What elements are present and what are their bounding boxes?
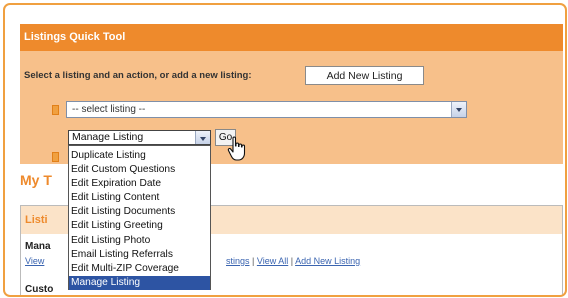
- menu-item-edit-multi-zip-coverage[interactable]: Edit Multi-ZIP Coverage: [69, 262, 210, 276]
- menu-item-edit-listing-greeting[interactable]: Edit Listing Greeting: [69, 219, 210, 233]
- section-title: My T: [20, 172, 52, 188]
- panel-links: stings | View All | Add New Listing: [226, 256, 360, 266]
- quick-tool-title: Listings Quick Tool: [20, 24, 563, 51]
- menu-item-edit-listing-content[interactable]: Edit Listing Content: [69, 191, 210, 205]
- action-select[interactable]: Manage Listing: [68, 130, 211, 145]
- action-select-value: Manage Listing: [72, 131, 144, 143]
- listing-select-value: -- select listing --: [72, 104, 146, 115]
- add-new-listing-button[interactable]: Add New Listing: [305, 66, 424, 85]
- menu-item-edit-listing-documents[interactable]: Edit Listing Documents: [69, 205, 210, 219]
- menu-item-manage-listing[interactable]: Manage Listing: [69, 275, 210, 290]
- bullet-icon: [52, 105, 59, 115]
- listings-link[interactable]: stings: [226, 256, 250, 266]
- menu-item-email-listing-referrals[interactable]: Email Listing Referrals: [69, 248, 210, 262]
- menu-item-duplicate-listing[interactable]: Duplicate Listing: [69, 149, 210, 163]
- custom-heading: Custo: [25, 284, 54, 295]
- chevron-down-icon[interactable]: [451, 102, 466, 117]
- hand-cursor-icon: [227, 136, 246, 161]
- chevron-down-icon[interactable]: [195, 131, 210, 144]
- bullet-icon: [52, 152, 59, 162]
- menu-item-edit-listing-photo[interactable]: Edit Listing Photo: [69, 234, 210, 248]
- view-all-link[interactable]: View All: [257, 256, 288, 266]
- menu-item-edit-custom-questions[interactable]: Edit Custom Questions: [69, 163, 210, 177]
- menu-item-edit-expiration-date[interactable]: Edit Expiration Date: [69, 177, 210, 191]
- manage-heading: Mana: [25, 241, 51, 252]
- add-new-listing-link[interactable]: Add New Listing: [295, 256, 360, 266]
- quick-tool-prompt: Select a listing and an action, or add a…: [24, 70, 252, 81]
- view-link[interactable]: View: [25, 256, 44, 266]
- action-dropdown-menu: Duplicate Listing Edit Custom Questions …: [68, 145, 211, 290]
- screenshot-frame: Listings Quick Tool Select a listing and…: [3, 3, 567, 297]
- listing-select[interactable]: -- select listing --: [66, 101, 467, 118]
